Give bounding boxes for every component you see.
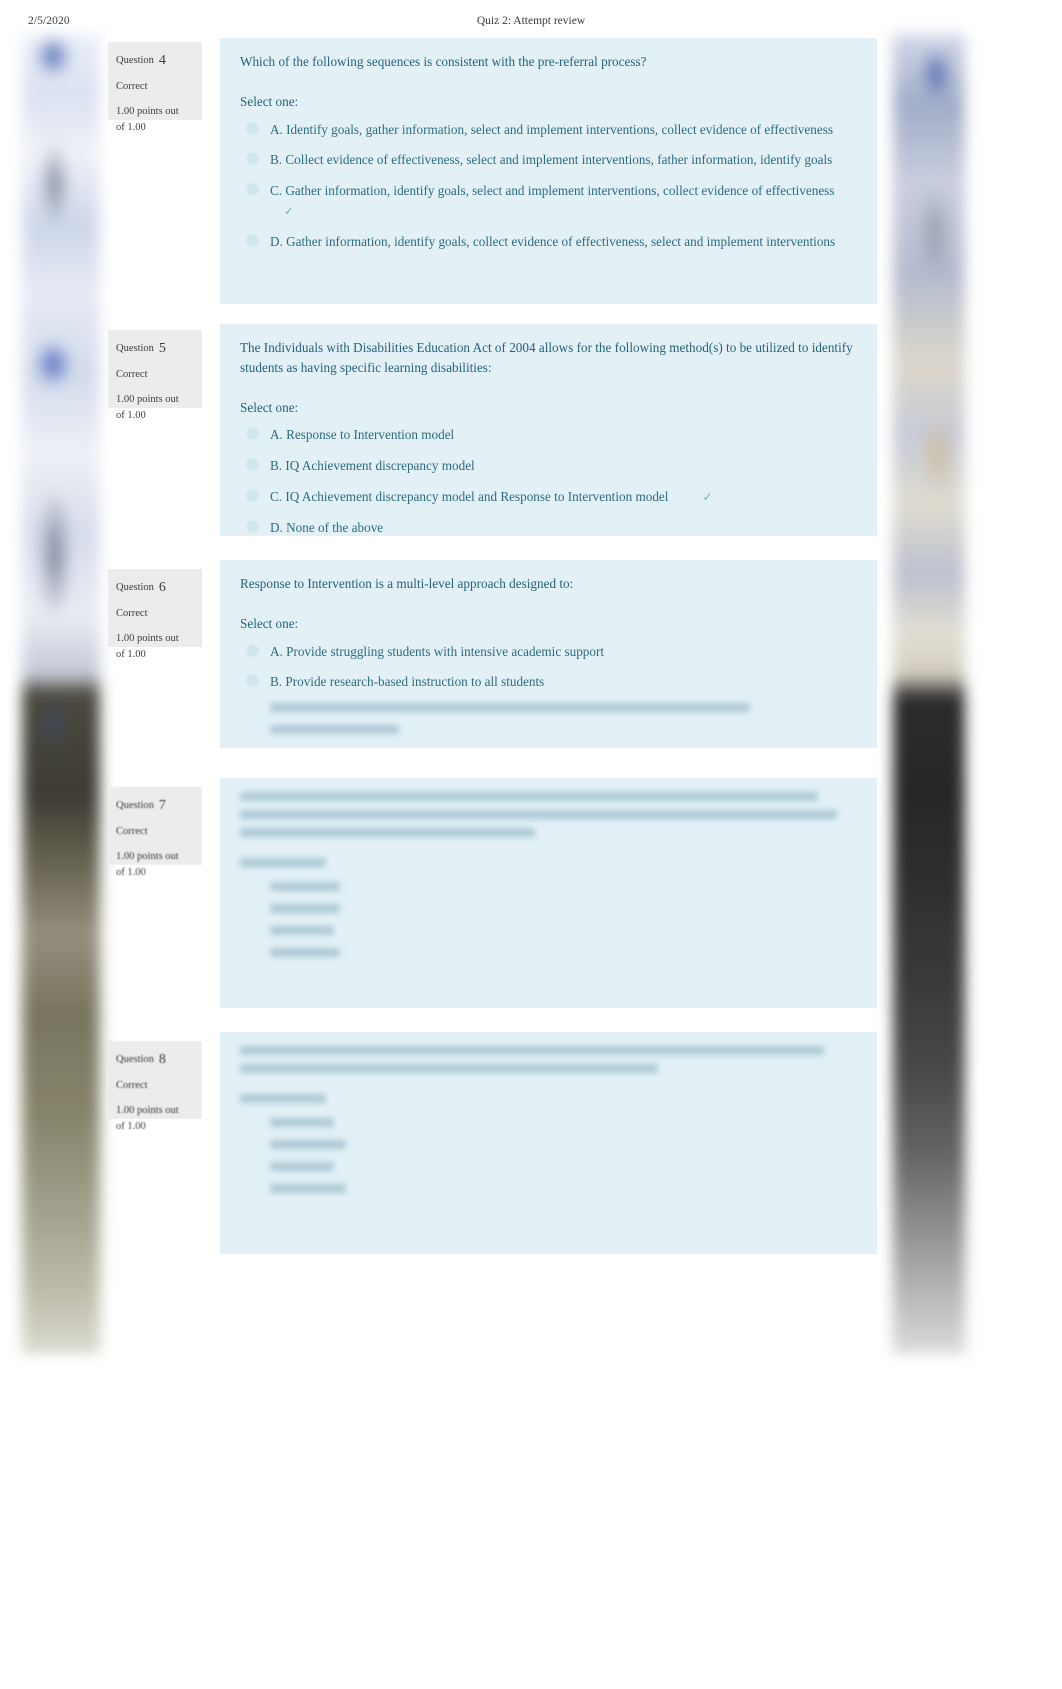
obscured-answer-option[interactable]: [240, 1184, 855, 1193]
question-state-7: Correct: [116, 825, 148, 837]
question-state-5: Correct: [116, 368, 148, 380]
question-number-5: Question 5: [116, 341, 166, 356]
answer-list-6: A. Provide struggling students with inte…: [240, 642, 855, 693]
question-body-8: [220, 1032, 877, 1254]
obscured-answer-option[interactable]: [240, 904, 855, 913]
obscured-text-line: [240, 810, 837, 819]
right-edge-blur-strip: [893, 34, 965, 1354]
question-info-7: Question 7 Correct 1.00 points out of 1.0…: [108, 787, 202, 878]
answer-option[interactable]: B. Provide research-based instruction to…: [240, 672, 855, 692]
obscured-select-one: [240, 1094, 327, 1103]
radio-icon[interactable]: [247, 489, 258, 501]
answer-option[interactable]: D. Gather information, identify goals, c…: [240, 232, 855, 252]
answer-label: C. IQ Achievement discrepancy model and …: [270, 488, 669, 504]
answer-label: C. Gather information, identify goals, s…: [270, 183, 835, 199]
question-text-6: Response to Intervention is a multi-leve…: [240, 576, 574, 591]
answer-option[interactable]: B. IQ Achievement discrepancy model: [240, 456, 855, 476]
answer-label: B. Provide research-based instruction to…: [270, 674, 545, 690]
question-number-7: Question 7: [116, 798, 166, 813]
question-number-8: Question 8: [116, 1052, 166, 1067]
question-grade-4: 1.00 points out of 1.00: [116, 105, 179, 133]
obscured-answer-option[interactable]: [240, 703, 855, 713]
page-title: Quiz 2: Attempt review: [476, 15, 586, 27]
obscured-answer-option[interactable]: [240, 725, 855, 735]
radio-icon[interactable]: [247, 184, 258, 196]
radio-icon[interactable]: [247, 122, 258, 134]
obscured-text-line: [240, 1046, 825, 1055]
answer-option[interactable]: A. Identify goals, gather information, s…: [240, 120, 855, 140]
question-grade-6: 1.00 points out of 1.00: [116, 632, 179, 660]
left-edge-blur-strip: [22, 34, 100, 1354]
radio-icon[interactable]: [247, 234, 258, 246]
correct-check-icon: ✓: [702, 489, 713, 504]
question-info-8: Question 8 Correct 1.00 points out of 1.0…: [108, 1041, 202, 1132]
question-grade-7: 1.00 points out of 1.00: [116, 850, 179, 878]
correct-check-icon: ✓: [284, 203, 295, 218]
obscured-answer-option[interactable]: [240, 1162, 855, 1171]
radio-icon[interactable]: [247, 675, 258, 687]
page-header: 2/5/2020 Quiz 2: Attempt review: [0, 12, 1062, 34]
obscured-text-line: [240, 828, 536, 837]
question-body-4: Which of the following sequences is cons…: [220, 38, 877, 304]
obscured-text-line: [240, 792, 819, 801]
answer-option-selected[interactable]: C. IQ Achievement discrepancy model and …: [240, 487, 855, 507]
obscured-answer-options-6: [240, 703, 855, 735]
obscured-answer-option[interactable]: [240, 1118, 855, 1127]
answer-label: A. Identify goals, gather information, s…: [270, 121, 833, 137]
obscured-text-line: [240, 1064, 659, 1073]
select-one-label-5: Select one:: [240, 399, 299, 415]
radio-icon[interactable]: [247, 644, 258, 656]
answer-label: B. Collect evidence of effectiveness, se…: [270, 152, 833, 168]
answer-label: B. IQ Achievement discrepancy model: [270, 458, 475, 474]
question-body-7: [220, 778, 877, 1008]
answer-label: D. None of the above: [270, 519, 384, 535]
question-state-8: Correct: [116, 1079, 148, 1091]
question-number-4: Question 4: [116, 53, 166, 68]
radio-icon[interactable]: [247, 153, 258, 165]
question-number-6: Question 6: [116, 580, 166, 595]
answer-label: A. Response to Intervention model: [270, 427, 455, 443]
question-grade-5: 1.00 points out of 1.00: [116, 393, 179, 421]
question-text-5: The Individuals with Disabilities Educat…: [240, 340, 853, 375]
obscured-answer-option[interactable]: [240, 926, 855, 935]
question-info-6: Question 6 Correct 1.00 points out of 1.0…: [108, 569, 202, 660]
obscured-answer-option[interactable]: [240, 1140, 855, 1149]
radio-icon[interactable]: [247, 459, 258, 471]
radio-icon[interactable]: [247, 520, 258, 532]
answer-option[interactable]: D. None of the above: [240, 518, 855, 538]
question-state-6: Correct: [116, 607, 148, 619]
answer-label: D. Gather information, identify goals, c…: [270, 233, 836, 249]
question-info-4: Question 4 Correct 1.00 points out of 1.0…: [108, 42, 202, 133]
question-state-4: Correct: [116, 80, 148, 92]
obscured-question-content-8: [240, 1046, 855, 1193]
question-body-6: Response to Intervention is a multi-leve…: [220, 560, 877, 748]
obscured-answer-option[interactable]: [240, 882, 855, 891]
answer-option[interactable]: A. Response to Intervention model: [240, 425, 855, 445]
answer-list-5: A. Response to Intervention model B. IQ …: [240, 425, 855, 537]
answer-option[interactable]: B. Collect evidence of effectiveness, se…: [240, 150, 855, 170]
obscured-select-one: [240, 858, 327, 867]
answer-label: A. Provide struggling students with inte…: [270, 643, 605, 659]
answer-list-4: A. Identify goals, gather information, s…: [240, 120, 855, 252]
answer-option[interactable]: A. Provide struggling students with inte…: [240, 642, 855, 662]
select-one-label-4: Select one:: [240, 93, 299, 109]
obscured-answer-option[interactable]: [240, 948, 855, 957]
question-info-5: Question 5 Correct 1.00 points out of 1.0…: [108, 330, 202, 421]
question-text-4: Which of the following sequences is cons…: [240, 54, 647, 69]
select-one-label-6: Select one:: [240, 615, 299, 631]
answer-option-selected[interactable]: C. Gather information, identify goals, s…: [240, 181, 855, 221]
obscured-question-content-7: [240, 792, 855, 957]
radio-icon[interactable]: [247, 428, 258, 440]
question-body-5: The Individuals with Disabilities Educat…: [220, 324, 877, 536]
question-grade-8: 1.00 points out of 1.00: [116, 1104, 179, 1132]
